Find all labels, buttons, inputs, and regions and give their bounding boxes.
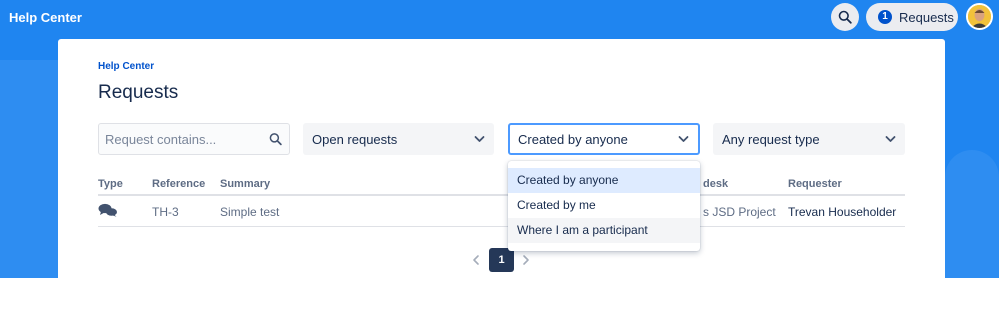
requester-cell: Trevan Householder — [788, 205, 897, 219]
created-by-select[interactable]: Created by anyone — [508, 123, 700, 155]
chevron-down-icon — [885, 136, 896, 142]
previous-page-button[interactable] — [470, 248, 482, 272]
table-header: Type Reference Summary desk Requester — [98, 178, 905, 196]
request-search-input[interactable]: Request contains... — [98, 123, 290, 155]
chevron-down-icon — [678, 136, 689, 142]
chevron-left-icon — [473, 255, 479, 265]
service-desk-cell: s JSD Project — [703, 205, 776, 219]
breadcrumb[interactable]: Help Center — [98, 61, 154, 72]
chevron-right-icon — [523, 255, 529, 265]
requests-button[interactable]: 1 Requests — [866, 3, 958, 31]
option-created-by-me[interactable]: Created by me — [508, 193, 700, 218]
column-header-summary[interactable]: Summary — [220, 178, 270, 190]
search-button[interactable] — [831, 3, 859, 31]
requests-card: Help Center Requests Request contains...… — [58, 39, 945, 316]
avatar-face-icon — [968, 5, 991, 28]
chevron-down-icon — [474, 136, 485, 142]
request-type-select-value: Any request type — [722, 131, 820, 147]
summary-cell[interactable]: Simple test — [220, 205, 279, 219]
table-row[interactable]: TH-3 Simple test s JSD Project Trevan Ho… — [98, 196, 905, 227]
search-icon — [269, 133, 282, 146]
request-type-select[interactable]: Any request type — [713, 123, 905, 155]
brand-title[interactable]: Help Center — [9, 10, 82, 25]
search-icon — [838, 10, 852, 24]
column-header-requester[interactable]: Requester — [788, 178, 842, 190]
column-header-service-desk[interactable]: desk — [703, 178, 728, 190]
created-by-dropdown-menu: Created by anyone Created by me Where I … — [508, 161, 700, 251]
requests-count-badge: 1 — [878, 10, 892, 24]
next-page-button[interactable] — [520, 248, 532, 272]
speech-bubbles-icon — [98, 203, 117, 217]
option-where-i-am-participant[interactable]: Where I am a participant — [508, 218, 700, 243]
background-cloud-shape — [945, 150, 999, 278]
background-building-shape — [0, 60, 58, 278]
status-select-value: Open requests — [312, 131, 398, 147]
column-header-reference[interactable]: Reference — [152, 178, 205, 190]
requests-button-label: Requests — [899, 9, 954, 25]
status-select[interactable]: Open requests — [303, 123, 494, 155]
user-avatar[interactable] — [966, 3, 993, 30]
page-1-button[interactable]: 1 — [489, 248, 514, 272]
column-header-type[interactable]: Type — [98, 178, 123, 190]
request-search-placeholder: Request contains... — [105, 131, 217, 147]
created-by-select-value: Created by anyone — [518, 131, 628, 147]
option-created-by-anyone[interactable]: Created by anyone — [508, 168, 700, 193]
reference-cell[interactable]: TH-3 — [152, 205, 179, 219]
page-title: Requests — [98, 82, 179, 103]
